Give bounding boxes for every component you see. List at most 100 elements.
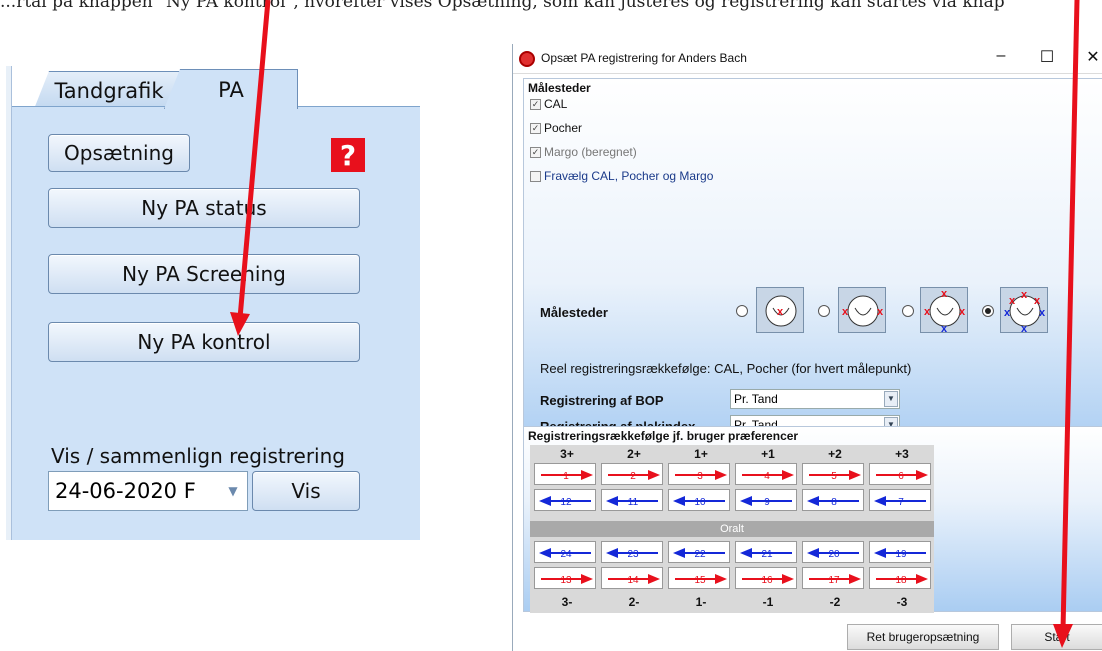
arrow-right-icon: 5: [809, 470, 861, 482]
chevron-down-icon[interactable]: ▼: [884, 391, 898, 407]
order-cell: 5: [802, 463, 864, 485]
radio-option-2[interactable]: [818, 305, 830, 317]
order-cell: 6: [869, 463, 931, 485]
tooth-diagram-icon[interactable]: xxxx: [920, 287, 968, 335]
dialog-title: Opsæt PA registrering for Anders Bach: [541, 51, 747, 65]
order-number: 5: [831, 471, 837, 482]
tooth-diagram-icon[interactable]: xx: [838, 287, 886, 333]
checkbox-deselect-all[interactable]: Fravælg CAL, Pocher og Margo: [530, 169, 713, 183]
order-cell: 11: [601, 489, 663, 511]
arrow-right-icon: 2: [608, 470, 660, 482]
order-number: 13: [560, 575, 572, 586]
bop-select[interactable]: Pr. Tand ▼: [730, 389, 900, 409]
compare-label: Vis / sammenlign registrering: [51, 444, 345, 468]
maximize-icon[interactable]: ☐: [1027, 47, 1067, 67]
oralt-divider: Oralt: [530, 521, 934, 537]
arrow-left-icon: 8: [807, 496, 859, 508]
start-button[interactable]: Start: [1011, 624, 1102, 650]
arrow-left-icon: 22: [673, 548, 725, 560]
arrow-head: [539, 496, 551, 506]
order-number: 6: [898, 471, 904, 482]
svg-text:x: x: [1004, 307, 1011, 319]
radio-option-3[interactable]: [902, 305, 914, 317]
order-number: 8: [831, 497, 837, 508]
order-cell: 24: [534, 541, 596, 563]
arrow-head: [606, 496, 618, 506]
svg-text:x: x: [1021, 323, 1028, 334]
order-cell: 22: [668, 541, 730, 563]
arrow-right-icon: 3: [675, 470, 727, 482]
arrow-right-icon: 4: [742, 470, 794, 482]
check-icon: ✓: [530, 146, 541, 158]
pa-panel: Tandgrafik PA Opsætning ? Ny PA status N…: [6, 66, 420, 540]
order-cell: 18: [869, 567, 931, 589]
order-number: 16: [761, 575, 773, 586]
arrow-right-icon: 6: [876, 470, 928, 482]
order-number: 1: [563, 471, 569, 482]
arrow-head: [849, 470, 861, 480]
help-icon[interactable]: ?: [331, 138, 365, 172]
radio-option-1[interactable]: [736, 305, 748, 317]
arrow-right-icon: 13: [541, 574, 593, 586]
close-icon[interactable]: ✕: [1073, 47, 1102, 67]
new-pa-status-button[interactable]: Ny PA status: [48, 188, 360, 228]
order-cell: 21: [735, 541, 797, 563]
bop-label: Registrering af BOP: [540, 393, 664, 408]
arrow-left-icon: 11: [606, 496, 658, 508]
arrow-head: [916, 574, 928, 584]
arrow-head: [539, 548, 551, 558]
setup-dialog: Opsæt PA registrering for Anders Bach – …: [512, 44, 1102, 651]
svg-text:x: x: [842, 306, 849, 318]
order-number: 7: [898, 497, 904, 508]
svg-text:x: x: [1034, 295, 1041, 307]
arrow-left-icon: 23: [606, 548, 658, 560]
tab-tandgrafik[interactable]: Tandgrafik: [34, 71, 184, 109]
order-number: 23: [627, 549, 639, 560]
order-section: Registreringsrækkefølge jf. bruger præfe…: [523, 426, 1102, 613]
checkbox-pocher[interactable]: ✓ Pocher: [530, 121, 582, 135]
radio-option-4[interactable]: [982, 305, 994, 317]
tooth-diagram-icon[interactable]: x: [756, 287, 804, 333]
new-pa-control-button[interactable]: Ny PA kontrol: [48, 322, 360, 362]
arrow-head: [740, 548, 752, 558]
order-number: 14: [627, 575, 639, 586]
order-cell: 17: [802, 567, 864, 589]
check-icon: ✓: [530, 122, 541, 134]
checkbox-cal[interactable]: ✓ CAL: [530, 97, 567, 111]
upper-header: 3+: [560, 447, 574, 461]
arrow-left-icon: 12: [539, 496, 591, 508]
arrow-head: [673, 548, 685, 558]
reset-preferences-button[interactable]: Ret brugeropsætning: [847, 624, 999, 650]
order-cell: 10: [668, 489, 730, 511]
order-number: 2: [630, 471, 636, 482]
order-number: 18: [895, 575, 907, 586]
checkbox-margo: ✓ Margo (beregnet): [530, 145, 637, 159]
order-cell: 2: [601, 463, 663, 485]
svg-text:x: x: [1039, 307, 1046, 319]
tooth-diagram-icon[interactable]: xxxxxx: [1000, 287, 1048, 335]
lower-header: 2-: [628, 595, 640, 609]
svg-text:x: x: [941, 323, 948, 334]
lower-header: -3: [896, 595, 908, 609]
arrow-head: [673, 496, 685, 506]
order-number: 3: [697, 471, 703, 482]
arrow-head: [849, 574, 861, 584]
arrow-head: [606, 548, 618, 558]
order-cell: 12: [534, 489, 596, 511]
date-select[interactable]: 24-06-2020 F ▼: [48, 471, 248, 511]
minimize-icon[interactable]: –: [981, 47, 1021, 65]
arrow-head: [581, 470, 593, 480]
show-button[interactable]: Vis: [252, 471, 360, 511]
lower-header: -2: [829, 595, 841, 609]
arrow-head: [648, 470, 660, 480]
tab-pa[interactable]: PA: [164, 69, 298, 109]
new-pa-screening-button[interactable]: Ny PA Screening: [48, 254, 360, 294]
arrow-left-icon: 7: [874, 496, 926, 508]
setup-button[interactable]: Opsætning: [48, 134, 190, 172]
order-number: 15: [694, 575, 706, 586]
svg-text:x: x: [959, 306, 966, 318]
chevron-down-icon[interactable]: ▼: [219, 472, 247, 510]
section-title: Målesteder: [528, 81, 591, 95]
order-grid: 3+ 2+ 1+ +1 +2 +3 1 2 3 4 5 6 12 11 10 9 8 7 Oralt 24 23 22 21…: [530, 445, 934, 613]
arrow-head: [715, 574, 727, 584]
